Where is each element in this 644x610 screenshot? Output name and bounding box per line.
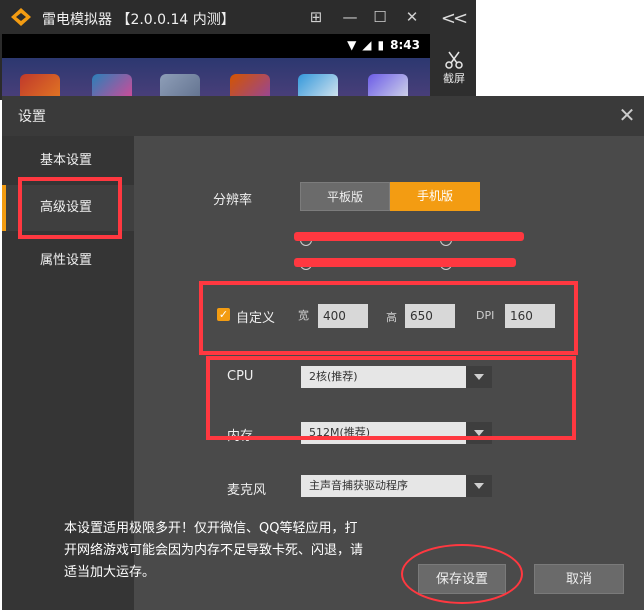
nav-item-properties[interactable]: 属性设置	[2, 238, 134, 284]
skin-icon[interactable]: ⊞	[306, 8, 326, 26]
tab-phone[interactable]: 手机版	[390, 182, 480, 211]
dialog-title: 设置	[18, 109, 46, 125]
memory-hint: 本设置适用极限多开！仅开微信、QQ等轻应用，打开网络游戏可能会因为内存不足导致卡…	[64, 521, 364, 580]
annotation-circle-save	[401, 544, 523, 604]
resolution-label: 分辨率	[213, 193, 253, 208]
emulator-title: 雷电模拟器 【2.0.0.14 内测】	[42, 12, 235, 28]
dialog-header	[2, 96, 644, 136]
close-icon[interactable]: ✕	[616, 104, 638, 126]
screenshot-button[interactable]: 截屏	[436, 50, 472, 90]
chevron-down-icon[interactable]	[466, 475, 492, 497]
screenshot-label: 截屏	[443, 72, 465, 85]
annotation-box-nav	[18, 177, 122, 239]
annotation-strike	[294, 232, 524, 241]
status-icons: ▼ ◢ ▮ 8:43	[347, 38, 420, 52]
status-time: 8:43	[390, 38, 420, 52]
emulator-logo-icon	[11, 8, 31, 26]
close-window-icon[interactable]: ✕	[402, 8, 422, 26]
annotation-strike	[294, 258, 516, 267]
scissors-icon	[445, 51, 463, 69]
battery-icon: ▮	[377, 38, 385, 52]
tab-tablet[interactable]: 平板版	[300, 182, 390, 211]
android-statusbar: ▼ ◢ ▮ 8:43	[2, 34, 430, 58]
android-homescreen	[2, 58, 430, 100]
mic-select[interactable]: 主声音捕获驱动程序	[301, 475, 491, 497]
signal-off-icon: ◢	[362, 38, 372, 52]
cancel-button[interactable]: 取消	[534, 564, 624, 594]
annotation-box-custom	[199, 281, 578, 355]
annotation-box-cpu-memory	[206, 356, 576, 440]
mic-label: 麦克风	[227, 483, 267, 498]
wifi-icon: ▼	[347, 38, 357, 52]
collapse-sidebar-button[interactable]: <<	[438, 8, 468, 30]
maximize-icon[interactable]: ☐	[370, 8, 390, 26]
nav-active-indicator	[2, 185, 6, 231]
minimize-icon[interactable]: —	[340, 8, 360, 26]
